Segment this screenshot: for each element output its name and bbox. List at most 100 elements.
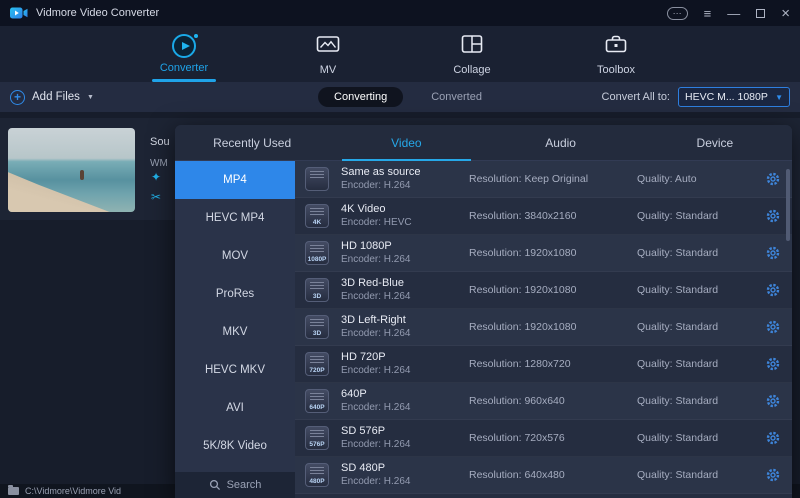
sidebar-item-mkv[interactable]: MKV <box>175 313 295 351</box>
tab-toolbox[interactable]: Toolbox <box>580 26 652 82</box>
preset-encoder: Encoder: H.264 <box>341 476 469 488</box>
preset-title: 640P <box>341 388 469 401</box>
preset-quality: Quality: Standard <box>637 395 749 407</box>
sidebar-item-avi[interactable]: AVI <box>175 389 295 427</box>
toolbox-icon <box>605 33 627 60</box>
add-files-button[interactable]: + Add Files ▼ <box>10 90 94 105</box>
sidebar-item-mp4[interactable]: MP4 <box>175 161 295 199</box>
preset-encoder: Encoder: H.264 <box>341 254 469 266</box>
save-path[interactable]: C:\Vidmore\Vidmore Vid <box>25 486 121 496</box>
preset-resolution: Resolution: 1280x720 <box>469 358 637 370</box>
tab-recently-used[interactable]: Recently Used <box>175 125 329 160</box>
tab-audio[interactable]: Audio <box>484 125 638 160</box>
preset-row-hd-720p[interactable]: 720P HD 720P Encoder: H.264 Resolution: … <box>295 346 792 383</box>
beach-video-preview <box>8 128 135 212</box>
format-file-icon <box>305 167 329 191</box>
preset-quality: Quality: Standard <box>637 321 749 333</box>
tab-converting[interactable]: Converting <box>318 87 403 107</box>
main-nav: Converter MV Collage <box>0 26 800 82</box>
format-popup: Recently Used Video Audio Device MP4 HEV… <box>175 125 792 498</box>
preset-title: SD 576P <box>341 425 469 438</box>
preset-row-3d-red-blue[interactable]: 3D 3D Red-Blue Encoder: H.264 Resolution… <box>295 272 792 309</box>
settings-gear-icon[interactable] <box>766 394 780 408</box>
preset-title: 3D Red-Blue <box>341 277 469 290</box>
preset-row-hd-1080p[interactable]: 1080P HD 1080P Encoder: H.264 Resolution… <box>295 235 792 272</box>
format-file-icon: 4K <box>305 204 329 228</box>
preset-quality: Quality: Standard <box>637 247 749 259</box>
sidebar-item-hevc-mp4[interactable]: HEVC MP4 <box>175 199 295 237</box>
close-icon[interactable]: × <box>781 7 790 20</box>
preset-resolution: Resolution: Keep Original <box>469 173 637 185</box>
title-bar: Vidmore Video Converter ··· ≡ — × <box>0 0 800 26</box>
format-badge: 3D <box>306 293 328 300</box>
preset-resolution: Resolution: 1920x1080 <box>469 247 637 259</box>
format-badge: 3D <box>306 330 328 337</box>
settings-gear-icon[interactable] <box>766 209 780 223</box>
preset-resolution: Resolution: 640x480 <box>469 469 637 481</box>
tab-mv[interactable]: MV <box>292 26 364 82</box>
minimize-icon[interactable]: — <box>727 7 740 20</box>
convert-all-dropdown[interactable]: HEVC M... 1080P ▼ <box>678 87 790 107</box>
preset-encoder: Encoder: H.264 <box>341 180 469 192</box>
preset-encoder: Encoder: H.264 <box>341 328 469 340</box>
sidebar-item-5k8k-video[interactable]: 5K/8K Video <box>175 427 295 465</box>
video-thumbnail[interactable] <box>8 128 135 212</box>
tab-video[interactable]: Video <box>329 125 483 160</box>
app-logo-icon <box>10 6 28 20</box>
format-file-icon: 480P <box>305 463 329 487</box>
cut-icon[interactable]: ✂ <box>151 190 161 204</box>
preset-encoder: Encoder: H.264 <box>341 402 469 414</box>
preset-resolution: Resolution: 960x640 <box>469 395 637 407</box>
preset-encoder: Encoder: H.264 <box>341 291 469 303</box>
toolbar: + Add Files ▼ Converting Converted Conve… <box>0 82 800 112</box>
tab-converter[interactable]: Converter <box>148 26 220 82</box>
format-file-icon: 576P <box>305 426 329 450</box>
sidebar-item-mov[interactable]: MOV <box>175 237 295 275</box>
settings-gear-icon[interactable] <box>766 320 780 334</box>
sand-area <box>8 167 110 212</box>
search-button[interactable]: Search <box>175 472 295 498</box>
settings-gear-icon[interactable] <box>766 246 780 260</box>
tab-collage[interactable]: Collage <box>436 26 508 82</box>
sidebar-item-hevc-mkv[interactable]: HEVC MKV <box>175 351 295 389</box>
settings-gear-icon[interactable] <box>766 468 780 482</box>
preset-title: HD 1080P <box>341 240 469 253</box>
scrollbar-thumb[interactable] <box>786 169 790 241</box>
format-file-icon: 640P <box>305 389 329 413</box>
preset-resolution: Resolution: 1920x1080 <box>469 284 637 296</box>
hamburger-menu-icon[interactable]: ≡ <box>704 7 712 20</box>
convert-all-label: Convert All to: <box>602 91 670 103</box>
preset-row-sd-480p[interactable]: 480P SD 480P Encoder: H.264 Resolution: … <box>295 457 792 494</box>
format-file-icon: 3D <box>305 278 329 302</box>
preset-resolution: Resolution: 3840x2160 <box>469 210 637 222</box>
more-menu-icon[interactable]: ··· <box>667 7 688 20</box>
tab-label: MV <box>320 64 337 76</box>
search-icon <box>209 479 221 491</box>
settings-gear-icon[interactable] <box>766 172 780 186</box>
preset-quality: Quality: Standard <box>637 432 749 444</box>
preset-quality: Quality: Standard <box>637 210 749 222</box>
preset-quality: Quality: Standard <box>637 284 749 296</box>
preset-row-same-as-source[interactable]: Same as source Encoder: H.264 Resolution… <box>295 161 792 198</box>
edit-icon[interactable]: ✦ <box>151 170 161 184</box>
settings-gear-icon[interactable] <box>766 431 780 445</box>
preset-quality: Quality: Auto <box>637 173 749 185</box>
file-format-text: WM <box>150 158 168 169</box>
preset-row-640p[interactable]: 640P 640P Encoder: H.264 Resolution: 960… <box>295 383 792 420</box>
settings-gear-icon[interactable] <box>766 283 780 297</box>
tab-device[interactable]: Device <box>638 125 792 160</box>
tab-converted[interactable]: Converted <box>431 91 482 103</box>
sidebar-item-prores[interactable]: ProRes <box>175 275 295 313</box>
preset-title: Same as source <box>341 166 469 179</box>
format-file-icon: 3D <box>305 315 329 339</box>
settings-gear-icon[interactable] <box>766 357 780 371</box>
file-source-text: Sou <box>150 136 170 148</box>
maximize-icon[interactable] <box>756 9 765 18</box>
preset-row-3d-left-right[interactable]: 3D 3D Left-Right Encoder: H.264 Resoluti… <box>295 309 792 346</box>
format-badge: 640P <box>306 404 328 411</box>
collage-icon <box>461 33 483 60</box>
preset-title: 3D Left-Right <box>341 314 469 327</box>
preset-row-4k-video[interactable]: 4K 4K Video Encoder: HEVC Resolution: 38… <box>295 198 792 235</box>
preset-row-sd-576p[interactable]: 576P SD 576P Encoder: H.264 Resolution: … <box>295 420 792 457</box>
preset-quality: Quality: Standard <box>637 469 749 481</box>
